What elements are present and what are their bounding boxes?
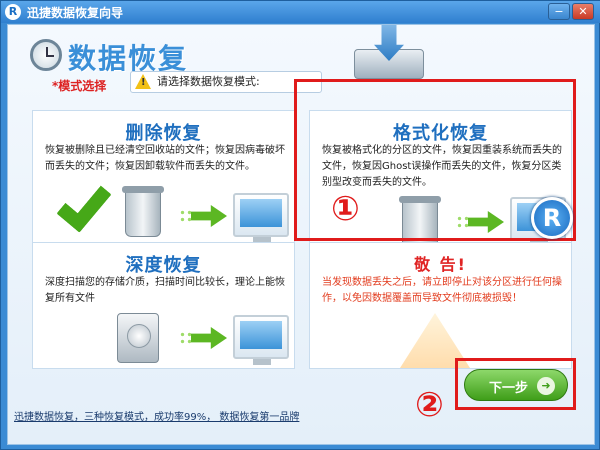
checkmark-icon <box>56 175 112 233</box>
deep-recovery-description: 深度扫描您的存储介质，扫描时间比较长，理论上能恢复所有文件 <box>45 277 285 304</box>
warning-title: 敬 告! <box>414 255 467 274</box>
delete-recovery-title: 删除恢复 <box>125 123 202 144</box>
minimize-button[interactable]: − <box>548 3 570 20</box>
annotation-marker-1: ① <box>331 189 360 229</box>
next-step-button[interactable]: 下一步 ➜ <box>464 369 568 401</box>
annotation-marker-2: ② <box>415 385 444 425</box>
arrow-right-icon <box>191 205 227 227</box>
deep-recovery-option[interactable]: 深度恢复 深度扫描您的存储介质，扫描时间比较长，理论上能恢复所有文件 <box>32 242 295 369</box>
mode-select-label: *模式选择 <box>52 79 107 93</box>
footer-tagline-link[interactable]: 迅捷数据恢复，三种恢复模式，成功率99%， 数据恢复第一品牌 <box>14 408 299 423</box>
arrow-right-icon <box>191 327 227 349</box>
close-button[interactable]: ✕ <box>572 3 594 20</box>
monitor-icon <box>233 193 289 243</box>
window-title: 迅捷数据恢复向导 <box>27 6 124 20</box>
recycle-bin-icon <box>122 186 164 237</box>
arrow-right-icon: ➜ <box>537 377 555 395</box>
warning-panel: 敬 告! 当发现数据丢失之后，请立即停止对该分区进行任何操作，以免因数据覆盖而导… <box>309 242 572 369</box>
monitor-icon <box>233 315 289 365</box>
mode-prompt-text: 请选择数据恢复模式: <box>157 75 260 88</box>
delete-recovery-description: 恢复被删除且已经清空回收站的文件；恢复因病毒破坏而丢失的文件；恢复因卸载软件而丢… <box>45 145 285 172</box>
r-logo-badge: R <box>531 197 573 239</box>
next-step-label: 下一步 <box>489 381 529 396</box>
delete-recovery-option[interactable]: 删除恢复 恢复被删除且已经清空回收站的文件；恢复因病毒破坏而丢失的文件；恢复因卸… <box>32 110 295 252</box>
hard-drive-icon <box>117 313 159 363</box>
hard-drive-download-icon <box>344 25 434 83</box>
title-bar: R 迅捷数据恢复向导 − ✕ <box>1 1 600 23</box>
app-logo-icon: R <box>5 4 21 20</box>
deep-recovery-title: 深度恢复 <box>125 255 202 276</box>
app-window: R 迅捷数据恢复向导 − ✕ 数据恢复 *模式选择 ! 请选择数据恢复模式: 删… <box>0 0 600 450</box>
warning-mark: ! <box>141 77 146 88</box>
warning-text: 当发现数据丢失之后，请立即停止对该分区进行任何操作，以免因数据覆盖而导致文件彻底… <box>322 277 562 304</box>
clock-icon <box>30 39 62 71</box>
